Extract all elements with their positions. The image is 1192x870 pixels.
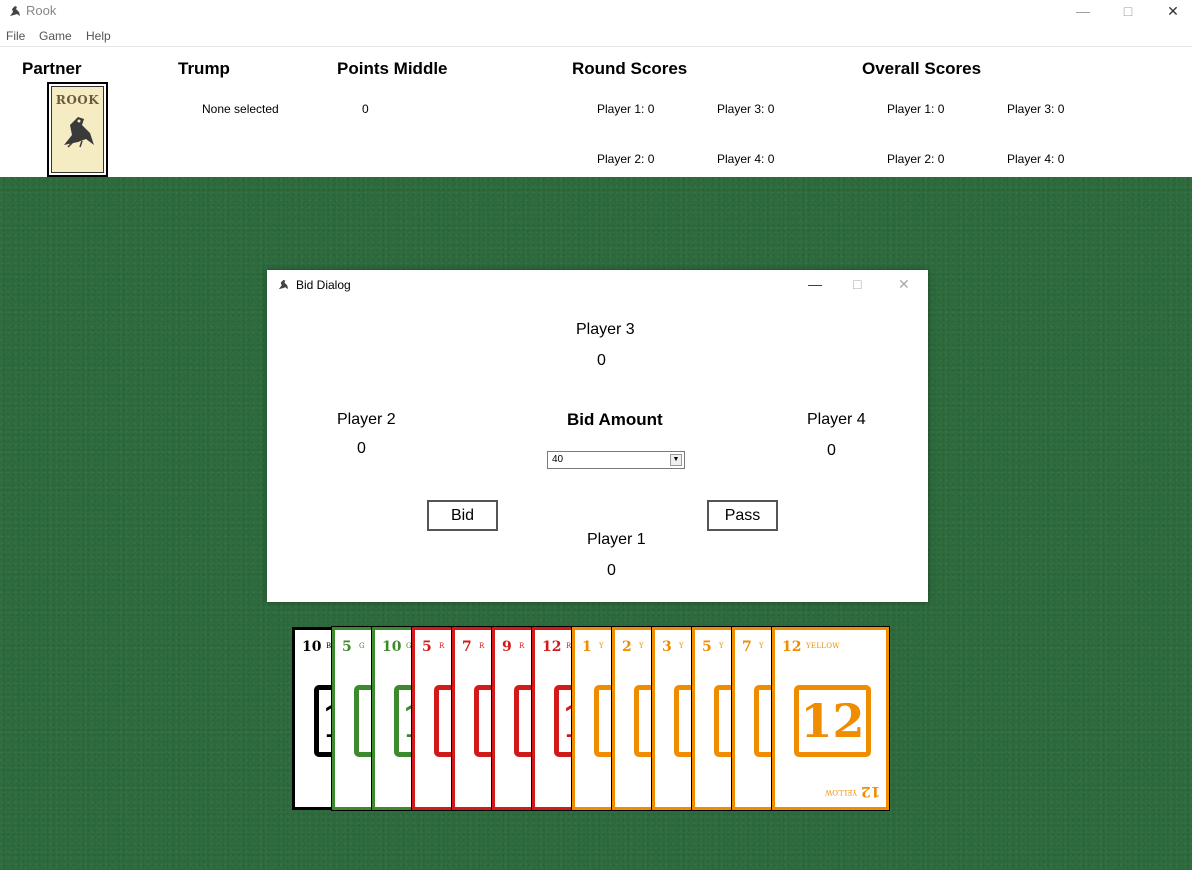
rook-bird-icon (278, 279, 289, 290)
card-suit-label: Y (759, 642, 764, 650)
overall-score-player1: Player 1: 0 (887, 102, 945, 116)
card-suit-label: R (479, 642, 485, 650)
round-score-player2: Player 2: 0 (597, 152, 655, 166)
card-rank: 2 (622, 639, 632, 655)
maximize-icon: □ (1123, 3, 1133, 19)
maximize-button[interactable]: □ (1105, 0, 1151, 22)
card-suit-label: G (359, 642, 365, 650)
dialog-close-icon[interactable]: ✕ (898, 276, 910, 293)
card-suit-label: R (439, 642, 445, 650)
card-rank: 5 (702, 639, 712, 655)
player3-bid: 0 (597, 352, 606, 369)
card-rank: 10 (302, 639, 322, 655)
partner-card: ROOK (47, 82, 108, 177)
round-score-player4: Player 4: 0 (717, 152, 775, 166)
card-rank: 9 (502, 639, 512, 655)
partner-card-text: ROOK (55, 93, 100, 107)
minimize-icon: — (1076, 3, 1090, 19)
card-suit-label: B (326, 642, 332, 650)
window-title: Rook (26, 3, 57, 18)
round-score-player3: Player 3: 0 (717, 102, 775, 116)
chevron-down-icon[interactable]: ▼ (670, 454, 682, 466)
player2-bid: 0 (357, 440, 366, 457)
card-rank: 3 (662, 639, 672, 655)
menu-file[interactable]: File (6, 29, 25, 43)
card-suit-label: YELLOW (806, 642, 840, 650)
card-rank: 12 (782, 639, 802, 655)
bid-amount-selected: 40 (552, 454, 564, 465)
player4-label: Player 4 (807, 411, 866, 428)
card-rank: 12 (542, 639, 562, 655)
points-middle-heading: Points Middle (337, 59, 448, 78)
rook-bird-icon (64, 117, 94, 148)
window-titlebar: Rook — □ ✕ (0, 0, 1192, 24)
round-scores-heading: Round Scores (572, 59, 688, 78)
overall-score-player4: Player 4: 0 (1007, 152, 1065, 166)
card-rank: 7 (462, 639, 472, 655)
card-suit-label: Y (639, 642, 644, 650)
dialog-title: Bid Dialog (296, 278, 351, 292)
bid-amount-label: Bid Amount (567, 410, 663, 429)
close-icon: ✕ (1167, 2, 1179, 19)
card-rank: 5 (342, 639, 352, 655)
card-suit-label: Y (679, 642, 684, 650)
round-score-player1: Player 1: 0 (597, 102, 655, 116)
bid-amount-select[interactable]: 40 ▼ (547, 451, 685, 469)
card-rank-inverted: 12 YELLOW (824, 783, 880, 799)
card-rank: 5 (422, 639, 432, 655)
trump-heading: Trump (178, 59, 230, 78)
pass-button[interactable]: Pass (707, 500, 778, 531)
overall-score-player2: Player 2: 0 (887, 152, 945, 166)
card-center-rank: 12 (794, 685, 871, 757)
card-rank: 7 (742, 639, 752, 655)
card-suit-label: R (519, 642, 525, 650)
bid-button[interactable]: Bid (427, 500, 498, 531)
player1-bid: 0 (607, 562, 616, 579)
card-suit-label: Y (599, 642, 604, 650)
card-suit-label: R (566, 642, 572, 650)
overall-score-player3: Player 3: 0 (1007, 102, 1065, 116)
bid-dialog: Bid Dialog — □ ✕ Player 3 0 Player 2 0 B… (267, 270, 928, 602)
close-button[interactable]: ✕ (1150, 0, 1192, 22)
info-panel: Partner ROOK Trump None selected Points … (0, 46, 1192, 177)
minimize-button[interactable]: — (1060, 0, 1106, 22)
points-middle-value: 0 (362, 102, 369, 116)
dialog-maximize-icon[interactable]: □ (853, 276, 861, 292)
dialog-minimize-icon[interactable]: — (808, 276, 822, 292)
overall-scores-heading: Overall Scores (862, 59, 982, 78)
card-rank: 1 (582, 639, 592, 655)
trump-value: None selected (202, 102, 279, 116)
player3-label: Player 3 (576, 321, 635, 338)
menu-bar: File Game Help (0, 27, 1192, 45)
partner-heading: Partner (22, 59, 82, 78)
card-rank: 10 (382, 639, 402, 655)
player1-label: Player 1 (587, 531, 646, 548)
player4-bid: 0 (827, 442, 836, 459)
rook-bird-icon (10, 6, 20, 16)
card-suit-label: Y (719, 642, 724, 650)
hand-card[interactable]: 12 YELLOW 12 12 YELLOW (771, 626, 890, 811)
player2-label: Player 2 (337, 411, 396, 428)
menu-help[interactable]: Help (86, 29, 111, 43)
menu-game[interactable]: Game (39, 29, 72, 43)
